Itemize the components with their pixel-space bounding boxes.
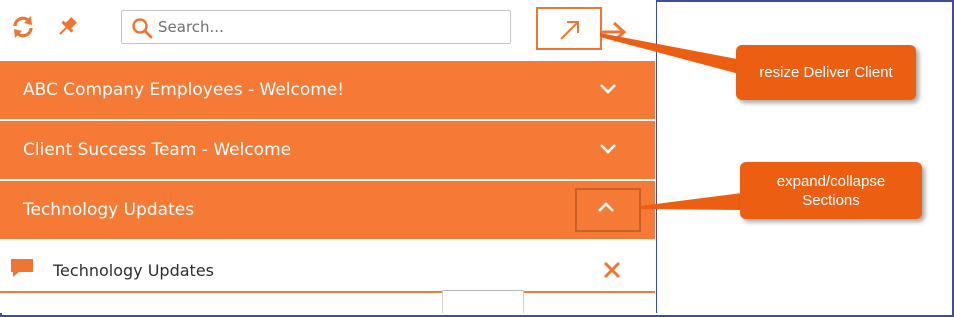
callout-text: resize Deliver Client (759, 64, 893, 81)
callout-resize: resize Deliver Client (736, 45, 916, 100)
callout-text: expand/collapse Sections (776, 172, 886, 209)
callout-pointer (600, 33, 758, 79)
callout-expand-collapse: expand/collapse Sections (740, 162, 922, 219)
callout-pointer (640, 193, 742, 210)
